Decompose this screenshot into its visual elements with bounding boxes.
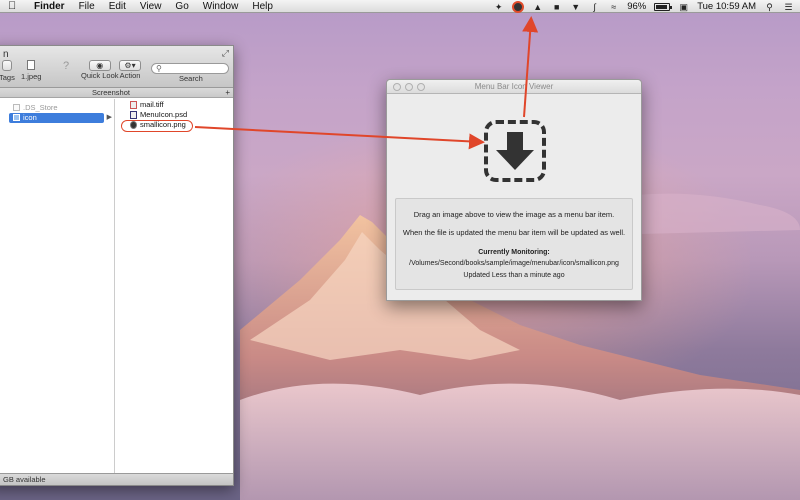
menu-bar-icon-viewer-window: Menu Bar Icon Viewer Drag an image above… <box>386 79 642 301</box>
file-label: 1.jpeg <box>21 72 42 81</box>
battery-icon[interactable] <box>654 2 673 11</box>
item-label: .DS_Store <box>23 103 58 112</box>
bluetooth-icon[interactable]: ∫ <box>589 2 600 12</box>
psd-file-icon <box>130 111 137 119</box>
updated-status: Updated Less than a minute ago <box>463 272 565 279</box>
download-arrow-icon <box>496 132 534 170</box>
update-text: When the file is updated the menu bar it… <box>402 228 626 237</box>
list-item-selected[interactable]: icon ▶ <box>9 113 112 123</box>
item-label: mail.tiff <box>140 100 164 109</box>
menu-window[interactable]: Window <box>203 0 239 13</box>
wing-icon[interactable]: ✦ <box>493 2 504 12</box>
window-title: n <box>3 49 9 60</box>
finder-window: n ⤢ Tags 1.jpeg ? ◉ Quick Look ⚙▾ Action… <box>0 45 234 486</box>
list-item[interactable]: mail.tiff <box>115 100 233 110</box>
user-icon[interactable]: ▣ <box>678 2 689 12</box>
help-icon: ? <box>63 60 70 72</box>
apple-icon[interactable]:  <box>8 0 20 13</box>
menu-bar-item-icon[interactable] <box>512 0 525 13</box>
file-preview[interactable]: 1.jpeg <box>21 60 41 81</box>
info-panel: Drag an image above to view the image as… <box>395 198 633 290</box>
folder-icon <box>13 114 20 121</box>
battery-percent[interactable]: 96% <box>627 0 646 13</box>
monitored-path: /Volumes/Second/books/sample/image/menub… <box>409 260 619 267</box>
hat-icon[interactable]: ▲ <box>532 2 543 12</box>
item-label: MenuIcon.psd <box>140 110 188 119</box>
pin-icon[interactable]: ▼ <box>570 2 581 12</box>
clock[interactable]: Tue 10:59 AM <box>697 0 756 13</box>
finder-toolbar: n ⤢ Tags 1.jpeg ? ◉ Quick Look ⚙▾ Action… <box>0 46 233 88</box>
help-button[interactable]: ? <box>63 60 69 72</box>
action-label: Action <box>119 71 141 80</box>
list-item[interactable]: MenuIcon.psd <box>115 110 233 120</box>
list-icon[interactable]: ☰ <box>783 2 794 12</box>
file-icon <box>27 60 36 70</box>
menu-view[interactable]: View <box>140 0 162 13</box>
menu-bar:  Finder File Edit View Go Window Help ✦… <box>0 0 800 13</box>
add-icon[interactable]: + <box>225 88 230 98</box>
wifi-icon[interactable]: ≈ <box>608 2 619 12</box>
lock-icon[interactable]: ■ <box>551 2 562 12</box>
image-drop-zone[interactable] <box>484 120 546 182</box>
folder-title: Screenshot <box>92 88 130 97</box>
search-icon: ⚲ <box>156 64 162 73</box>
menu-edit[interactable]: Edit <box>109 0 126 13</box>
gear-icon: ⚙▾ <box>119 60 141 71</box>
close-button[interactable] <box>393 83 401 91</box>
instruction-text: Drag an image above to view the image as… <box>413 210 615 219</box>
menu-help[interactable]: Help <box>252 0 273 13</box>
file-icon <box>13 104 20 111</box>
minimize-button[interactable] <box>405 83 413 91</box>
menu-finder[interactable]: Finder <box>34 0 65 13</box>
monitoring-label: Currently Monitoring: <box>478 249 550 256</box>
quick-look-button[interactable]: ◉ Quick Look <box>81 60 119 80</box>
path-bar: Screenshot + <box>0 88 233 98</box>
tags-icon <box>1 60 12 71</box>
tags-label: Tags <box>0 73 15 82</box>
quick-look-label: Quick Look <box>81 71 119 80</box>
column-1: .DS_Store icon ▶ <box>0 99 115 473</box>
viewer-titlebar: Menu Bar Icon Viewer <box>387 80 641 94</box>
viewer-title: Menu Bar Icon Viewer <box>474 82 554 91</box>
item-label: icon <box>23 113 37 122</box>
menu-file[interactable]: File <box>79 0 95 13</box>
spotlight-icon[interactable]: ⚲ <box>764 2 775 12</box>
eye-icon: ◉ <box>88 60 111 71</box>
status-bar: GB available <box>0 473 233 485</box>
annotation-circle <box>121 120 193 132</box>
action-button[interactable]: ⚙▾ Action <box>119 60 141 80</box>
zoom-button[interactable] <box>417 83 425 91</box>
column-2: mail.tiff MenuIcon.psd smallicon.png <box>115 99 233 473</box>
image-file-icon <box>130 101 137 109</box>
search-label: Search <box>179 74 203 83</box>
fullscreen-icon[interactable]: ⤢ <box>222 48 229 59</box>
list-item[interactable]: .DS_Store <box>0 103 114 113</box>
tags-button[interactable]: Tags <box>0 60 15 82</box>
chevron-right-icon: ▶ <box>106 114 112 121</box>
search-input[interactable]: ⚲ <box>151 63 229 74</box>
menu-go[interactable]: Go <box>175 0 188 13</box>
